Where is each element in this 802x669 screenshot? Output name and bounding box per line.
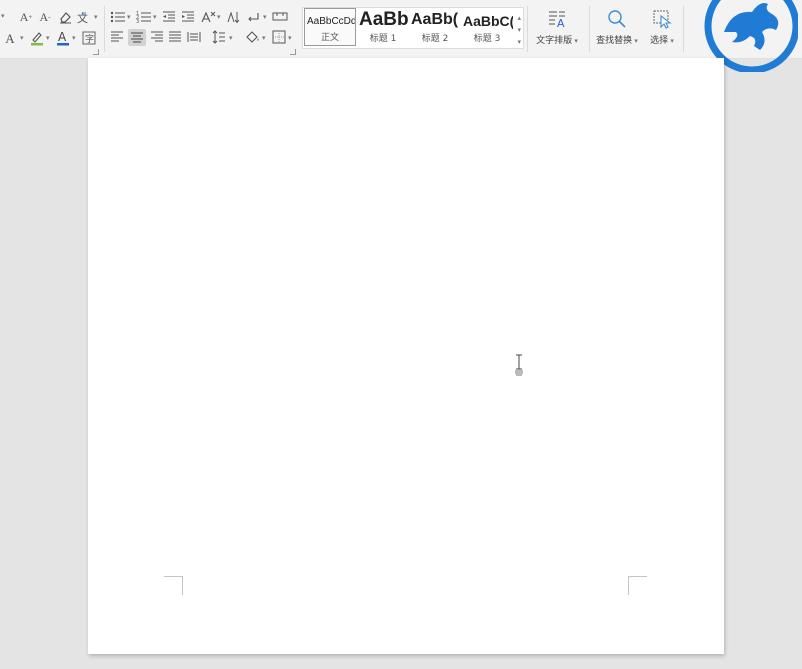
style-normal[interactable]: AaBbCcDd 正文 — [304, 8, 356, 46]
font-size-dropdown-caret[interactable]: ▾ — [1, 13, 5, 20]
font-color-icon[interactable]: A — [56, 30, 70, 46]
style-heading-2[interactable]: AaBb( 标题 2 — [409, 8, 461, 46]
page-margin-mark-left — [164, 576, 183, 595]
show-hide-marks-icon[interactable] — [246, 10, 262, 24]
justify-icon[interactable] — [168, 30, 182, 44]
page-margin-mark-right — [628, 576, 647, 595]
document-page[interactable] — [88, 58, 724, 654]
style-normal-label: 正文 — [320, 33, 339, 43]
shading-icon[interactable] — [245, 30, 261, 44]
select-label: 选择 — [650, 36, 669, 46]
sort-icon[interactable] — [227, 10, 241, 24]
bullet-dropdown-caret[interactable]: ▾ — [127, 14, 131, 21]
align-left-icon[interactable] — [110, 30, 124, 44]
distribute-icon[interactable] — [187, 30, 201, 44]
ribbon-separator — [527, 6, 528, 52]
style-gallery: AaBbCcDd 正文 AaBb 标题 1 AaBb( 标题 2 AaBbC( … — [302, 7, 524, 49]
svg-text:3: 3 — [136, 19, 139, 24]
ribbon-separator — [683, 6, 684, 52]
phonetic-guide-icon[interactable]: 文w — [76, 10, 92, 24]
svg-text:A: A — [557, 17, 565, 29]
grow-font-icon[interactable]: A + — [19, 10, 33, 24]
text-layout-button[interactable]: A 文字排版 ▾ — [530, 8, 584, 50]
select-cursor-icon — [646, 8, 678, 30]
svg-text:字: 字 — [85, 33, 94, 45]
shading-dropdown-caret[interactable]: ▾ — [262, 35, 266, 42]
text-effect-dropdown-caret[interactable]: ▾ — [20, 35, 24, 42]
numbered-list-icon[interactable]: 123 — [136, 10, 152, 24]
style-normal-preview: AaBbCcDd — [307, 16, 356, 27]
text-layout-label: 文字排版 — [536, 36, 573, 46]
chinese-layout-dropdown-caret[interactable]: ▾ — [217, 14, 221, 21]
line-spacing-dropdown-caret[interactable]: ▾ — [229, 35, 233, 42]
borders-dropdown-caret[interactable]: ▾ — [288, 35, 292, 42]
ribbon-separator — [589, 6, 590, 52]
find-replace-label: 查找替换 — [596, 36, 633, 46]
ribbon-separator — [104, 6, 105, 52]
style-heading-3-preview: AaBbC( — [463, 13, 513, 29]
align-center-icon[interactable] — [128, 29, 146, 46]
text-cursor-icon — [515, 354, 523, 376]
search-icon — [591, 8, 643, 30]
style-heading-1-label: 标题 1 — [369, 34, 397, 44]
select-button[interactable]: 选择 ▾ — [646, 8, 678, 50]
font-group-launcher[interactable] — [93, 49, 99, 55]
style-heading-2-preview: AaBb( — [411, 11, 459, 28]
marks-dropdown-caret[interactable]: ▾ — [263, 14, 267, 21]
highlight-dropdown-caret[interactable]: ▾ — [46, 35, 50, 42]
style-heading-1[interactable]: AaBb 标题 1 — [357, 8, 409, 46]
find-replace-button[interactable]: 查找替换 ▾ — [591, 8, 643, 50]
borders-icon[interactable] — [272, 30, 286, 44]
style-gallery-scroll[interactable]: ▴ ▾ ▾ — [517, 12, 521, 48]
svg-text:w: w — [82, 11, 86, 17]
align-right-icon[interactable] — [150, 30, 164, 44]
paragraph-group-launcher[interactable] — [290, 49, 296, 55]
style-heading-3-label: 标题 3 — [473, 34, 501, 44]
character-border-icon[interactable]: 字 — [82, 31, 96, 45]
bullet-list-icon[interactable] — [110, 10, 126, 24]
style-heading-1-preview: AaBb — [359, 9, 409, 30]
phonetic-dropdown-caret[interactable]: ▾ — [94, 14, 98, 21]
style-heading-2-label: 标题 2 — [421, 34, 449, 44]
shrink-font-icon[interactable]: A- — [38, 10, 52, 24]
chinese-layout-icon[interactable] — [200, 10, 216, 24]
style-heading-3[interactable]: AaBbC( 标题 3 — [461, 8, 513, 46]
highlight-color-icon[interactable] — [30, 30, 44, 46]
font-color-dropdown-caret[interactable]: ▾ — [72, 35, 76, 42]
increase-indent-icon[interactable] — [181, 10, 195, 24]
decrease-indent-icon[interactable] — [162, 10, 176, 24]
text-layout-icon: A — [530, 8, 584, 30]
ribbon-toolbar: ▾ A + A- 文w ▾ A ▾ ▾ A ▾ 字 ▾ 123 ▾ ▾ ▾ ▾ … — [0, 0, 802, 59]
text-effect-icon[interactable]: A — [3, 31, 17, 45]
svg-text:A: A — [58, 30, 67, 44]
line-spacing-icon[interactable] — [212, 30, 226, 44]
numbering-dropdown-caret[interactable]: ▾ — [153, 14, 157, 21]
clear-format-icon[interactable] — [58, 10, 72, 24]
tab-stops-icon[interactable] — [272, 10, 288, 24]
